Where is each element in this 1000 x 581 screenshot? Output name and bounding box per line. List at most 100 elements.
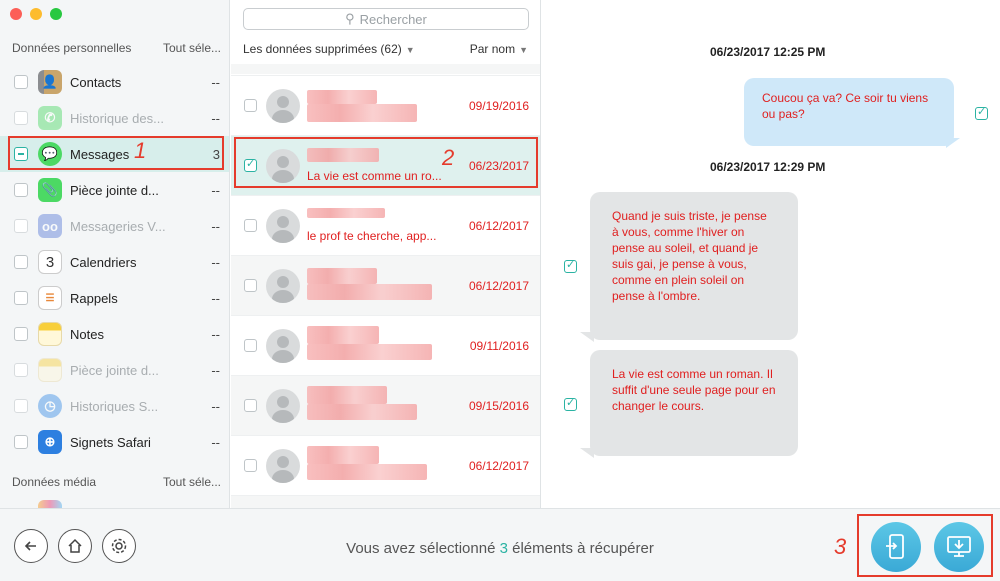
- sidebar-item-count: --: [211, 399, 220, 414]
- redacted-snippet: [307, 464, 427, 480]
- window-controls: [10, 8, 62, 20]
- list-header: Les données supprimées (62) ▼ Par nom ▼: [243, 42, 528, 56]
- avatar-icon: [266, 269, 300, 303]
- avatar-icon: [266, 389, 300, 423]
- checkbox[interactable]: [14, 327, 28, 341]
- row-date: 06/12/2017: [468, 219, 529, 233]
- sidebar-item-count: --: [211, 75, 220, 90]
- message-text: Quand je suis triste, je pense à vous, c…: [612, 209, 767, 303]
- personal-data-header: Données personnelles Tout séle...: [12, 41, 221, 55]
- media-data-title: Données média: [12, 475, 97, 489]
- sort-label: Par nom: [469, 42, 516, 56]
- sidebar-item-count: --: [211, 183, 220, 198]
- sidebar-item-count: --: [211, 435, 220, 450]
- redacted-snippet: [307, 104, 417, 122]
- list-item[interactable]: 09/19/2016: [231, 75, 540, 135]
- checkbox[interactable]: [14, 435, 28, 449]
- row-date: 06/12/2017: [468, 279, 529, 293]
- timestamp: 06/23/2017 12:25 PM: [710, 45, 826, 59]
- checkbox: [14, 219, 28, 233]
- message-list-panel: ⚲ Rechercher Les données supprimées (62)…: [231, 0, 541, 508]
- redacted-name: [307, 446, 379, 464]
- sidebar-item-count: --: [211, 255, 220, 270]
- sidebar-item-label: Messageries V...: [70, 219, 166, 234]
- sort-dropdown[interactable]: Par nom ▼: [470, 42, 528, 56]
- sidebar-item-contacts[interactable]: 👤 Contacts --: [0, 64, 229, 100]
- avatar-icon: [266, 209, 300, 243]
- bubble-tail: [580, 448, 594, 458]
- list-item[interactable]: 06/12/2017: [231, 435, 540, 495]
- checkbox[interactable]: [14, 183, 28, 197]
- annotation-2: 2: [442, 145, 455, 170]
- bubble-tail: [946, 138, 960, 148]
- sidebar-item-message-attachments[interactable]: 📎 Pièce jointe d... --: [0, 172, 229, 208]
- sidebar-item-count: --: [211, 363, 220, 378]
- select-all-media[interactable]: Tout séle...: [163, 475, 221, 489]
- message-checkbox[interactable]: [975, 105, 988, 120]
- sidebar-item-label: Historiques S...: [70, 399, 159, 414]
- sidebar-item-count: --: [211, 291, 220, 306]
- search-input[interactable]: ⚲ Rechercher: [243, 8, 529, 30]
- sidebar-item-safari-bookmarks[interactable]: ⊕ Signets Safari --: [0, 424, 229, 460]
- checkbox[interactable]: [14, 291, 28, 305]
- message-checkbox[interactable]: [564, 396, 577, 411]
- list-item[interactable]: 09/11/2016: [231, 315, 540, 375]
- media-data-header: Données média Tout séle...: [12, 475, 221, 489]
- zoom-window-button[interactable]: [50, 8, 62, 20]
- message-text: La vie est comme un roman. Il suffit d'u…: [612, 367, 776, 413]
- status-count: 3: [499, 540, 508, 557]
- redacted-name: [307, 386, 387, 404]
- timestamp: 06/23/2017 12:29 PM: [710, 160, 826, 174]
- list-item[interactable]: le prof te cherche, app... 06/12/2017: [231, 195, 540, 255]
- list-item[interactable]: 06/12/2017: [231, 255, 540, 315]
- calendar-icon: 3: [38, 250, 62, 274]
- checkbox: [14, 399, 28, 413]
- sidebar-item-voicemail: ᴏᴏ Messageries V... --: [0, 208, 229, 244]
- checkbox[interactable]: [14, 255, 28, 269]
- safari-history-icon: ◷: [38, 394, 62, 418]
- sidebar-item-reminders[interactable]: ☰ Rappels --: [0, 280, 229, 316]
- message-bubble-incoming: Quand je suis triste, je pense à vous, c…: [590, 192, 798, 340]
- minimize-window-button[interactable]: [30, 8, 42, 20]
- checkbox[interactable]: [244, 399, 257, 412]
- sidebar: Données personnelles Tout séle... 👤 Cont…: [0, 0, 230, 508]
- sidebar-item-label: Pièce jointe d...: [70, 363, 159, 378]
- row-date: 06/12/2017: [468, 459, 529, 473]
- bubble-tail: [580, 332, 594, 342]
- select-all-personal[interactable]: Tout séle...: [163, 41, 221, 55]
- message-text: Coucou ça va? Ce soir tu viens ou pas?: [762, 91, 929, 121]
- annotation-1: 1: [134, 138, 147, 163]
- contacts-icon: 👤: [38, 70, 62, 94]
- checkbox: [14, 363, 28, 377]
- sidebar-item-label: Calendriers: [70, 255, 137, 270]
- sidebar-item-notes[interactable]: Notes --: [0, 316, 229, 352]
- close-window-button[interactable]: [10, 8, 22, 20]
- checkbox[interactable]: [244, 339, 257, 352]
- filter-dropdown[interactable]: Les données supprimées (62) ▼: [243, 42, 415, 56]
- checkbox[interactable]: [14, 75, 28, 89]
- sidebar-item-label: Historique des...: [70, 111, 164, 126]
- redacted-snippet: [307, 404, 417, 420]
- checkbox[interactable]: [244, 459, 257, 472]
- sidebar-item-label: Pièce jointe d...: [70, 183, 159, 198]
- sidebar-item-count: --: [211, 219, 220, 234]
- search-placeholder: Rechercher: [359, 11, 427, 27]
- media-icon-partial: [38, 500, 62, 508]
- sidebar-item-label: Notes: [70, 327, 104, 342]
- list-top-spacer: [231, 64, 540, 74]
- redacted-name: [307, 208, 385, 218]
- row-snippet: le prof te cherche, app...: [307, 229, 437, 243]
- sidebar-item-safari-history: ◷ Historiques S... --: [0, 388, 229, 424]
- checkbox[interactable]: [244, 99, 257, 112]
- message-checkbox[interactable]: [564, 258, 577, 273]
- sidebar-item-label: Signets Safari: [70, 435, 151, 450]
- sidebar-item-calendars[interactable]: 3 Calendriers --: [0, 244, 229, 280]
- row-date: 09/19/2016: [468, 99, 529, 113]
- reminders-icon: ☰: [38, 286, 62, 310]
- checkbox[interactable]: [244, 219, 257, 232]
- list-item[interactable]: 09/15/2016: [231, 375, 540, 435]
- highlight-box-3: [857, 514, 993, 577]
- checkbox[interactable]: [244, 279, 257, 292]
- list-item-partial[interactable]: [231, 495, 540, 508]
- sidebar-item-label: Contacts: [70, 75, 122, 90]
